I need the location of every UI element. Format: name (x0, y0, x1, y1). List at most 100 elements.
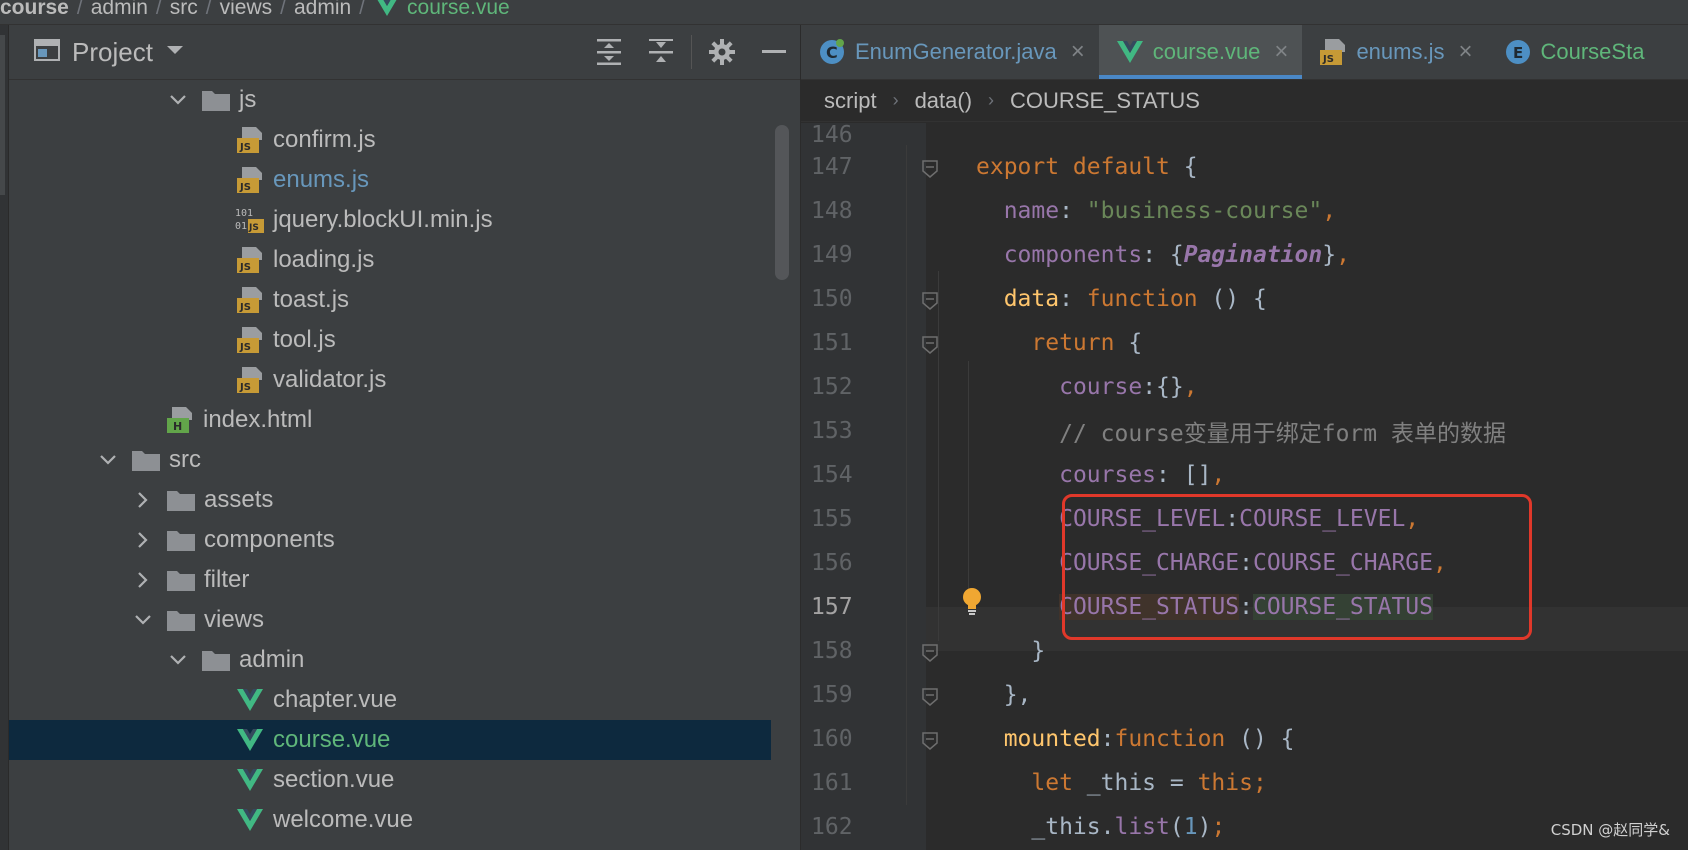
chevron-right-icon[interactable] (130, 567, 156, 593)
fold-marker-icon[interactable] (922, 686, 938, 706)
tree-item-filter[interactable]: filter (9, 560, 771, 600)
line-number: 157 (811, 594, 853, 620)
code-line[interactable]: 149 components: {Pagination}, (801, 233, 1688, 277)
tree-item-content: filter (130, 565, 249, 595)
collapse-all-icon[interactable] (635, 35, 687, 69)
hide-icon[interactable] (748, 35, 800, 69)
watermark: CSDN @赵同学& (1550, 821, 1670, 839)
gear-icon[interactable] (696, 35, 748, 69)
chevron-right-icon[interactable] (130, 487, 156, 513)
close-icon[interactable]: × (1071, 38, 1085, 66)
editor-tab[interactable]: course.vue × (1098, 25, 1303, 79)
chevron-down-icon[interactable] (95, 447, 121, 473)
svg-text:JS: JS (239, 142, 251, 153)
tree-item-content: JS enums.js (235, 165, 369, 195)
nav-crumb[interactable]: src (164, 0, 204, 20)
tree-scrollbar[interactable] (775, 125, 789, 280)
tree-item-jquery-blockUI-min-js[interactable]: 101 01 JS jquery.blockUI.min.js (9, 200, 771, 240)
folder-icon (166, 565, 196, 595)
code-line[interactable]: 161 let _this = this; (801, 761, 1688, 805)
editor-tab-bar: C EnumGenerator.java × course.vue × JS enums.j… (801, 25, 1688, 80)
chevron-down-icon[interactable] (165, 647, 191, 673)
tree-item-src[interactable]: src (9, 440, 771, 480)
tree-item-welcome-vue[interactable]: welcome.vue (9, 800, 771, 840)
close-icon[interactable]: × (1274, 38, 1288, 66)
code-breadcrumb-item[interactable]: script (820, 88, 881, 114)
code-line[interactable]: 159 }, (801, 673, 1688, 717)
tree-item-confirm-js[interactable]: JS confirm.js (9, 120, 771, 160)
tree-item-label: filter (204, 566, 250, 593)
tree-item-content: assets (130, 485, 273, 515)
project-tree[interactable]: js JS confirm.js JS enums.js 101 01 JS jquery.bl… (9, 80, 800, 850)
code-breadcrumb-item[interactable]: data() (911, 88, 976, 114)
nav-crumb[interactable]: admin (288, 0, 357, 20)
tree-item-toast-js[interactable]: JS toast.js (9, 280, 771, 320)
fold-marker-icon[interactable] (922, 290, 938, 310)
code-line[interactable]: 160 mounted:function () { (801, 717, 1688, 761)
line-number: 153 (811, 418, 853, 444)
fold-marker-icon[interactable] (922, 730, 938, 750)
js-file-icon: JS (235, 325, 265, 355)
tree-item-admin[interactable]: admin (9, 640, 771, 680)
nav-crumb[interactable]: course (0, 0, 75, 20)
enum-file-icon: E (1503, 37, 1533, 67)
expand-all-icon[interactable] (583, 35, 635, 69)
tree-item-chapter-vue[interactable]: chapter.vue (9, 680, 771, 720)
tree-item-components[interactable]: components (9, 520, 771, 560)
editor-tab[interactable]: JS enums.js × (1302, 25, 1486, 79)
code-line[interactable]: 147 export default { (801, 145, 1688, 189)
tree-item-validator-js[interactable]: JS validator.js (9, 360, 771, 400)
js-file-icon: JS (235, 285, 265, 315)
project-panel-header: Project (9, 25, 800, 80)
close-icon[interactable]: × (1458, 38, 1472, 66)
tree-item-js[interactable]: js (9, 80, 771, 120)
fold-marker-icon[interactable] (922, 334, 938, 354)
editor-tab[interactable]: E CourseSta (1487, 25, 1659, 79)
js-file-icon: JS (235, 245, 265, 275)
code-line[interactable]: 150 data: function () { (801, 277, 1688, 321)
nav-crumb-file[interactable]: course.vue (367, 0, 516, 23)
code-line[interactable]: 154 courses: [], (801, 453, 1688, 497)
chevron-down-icon[interactable] (165, 87, 191, 113)
tree-item-views[interactable]: views (9, 600, 771, 640)
minjs-file-icon: 101 01 JS (235, 205, 265, 235)
tree-item-content: components (130, 525, 335, 555)
tree-item-content: admin (165, 645, 304, 675)
tab-label: course.vue (1152, 39, 1261, 64)
tree-item-tool-js[interactable]: JS tool.js (9, 320, 771, 360)
svg-text:JS: JS (1322, 54, 1334, 65)
editor-tab[interactable]: C EnumGenerator.java × (801, 25, 1099, 79)
tree-item-assets[interactable]: assets (9, 480, 771, 520)
code-line[interactable]: 148 name: "business-course", (801, 189, 1688, 233)
nav-crumb[interactable]: views (214, 0, 279, 20)
chevron-down-icon[interactable] (130, 607, 156, 633)
nav-crumb[interactable]: admin (85, 0, 154, 20)
project-panel: Project js JS confirm.js JS enums.js 101 01 JS j… (9, 25, 801, 850)
tree-item-course-vue[interactable]: course.vue (9, 720, 771, 760)
chevron-down-icon[interactable] (165, 43, 185, 62)
chevron-right-icon[interactable] (130, 527, 156, 553)
code-line[interactable]: 153 // course变量用于绑定form 表单的数据 (801, 409, 1688, 453)
project-icon (34, 38, 60, 67)
js-file-icon: JS (235, 165, 265, 195)
intention-lightbulb-icon[interactable] (960, 586, 984, 621)
js-file-icon: JS (235, 365, 265, 395)
fold-marker-icon[interactable] (922, 642, 938, 662)
tree-item-index-html[interactable]: Hindex.html (9, 400, 771, 440)
java-file-icon: C (817, 37, 847, 67)
tree-item-content: src (95, 445, 201, 475)
tree-item-loading-js[interactable]: JS loading.js (9, 240, 771, 280)
code-text: let _this = this; (1031, 770, 1267, 796)
code-line[interactable]: 152 course:{}, (801, 365, 1688, 409)
code-line[interactable]: 151 return { (801, 321, 1688, 365)
tree-item-section-vue[interactable]: section.vue (9, 760, 771, 800)
vue-file-icon (1115, 37, 1145, 67)
fold-marker-icon[interactable] (922, 158, 938, 178)
tree-item-enums-js[interactable]: JS enums.js (9, 160, 771, 200)
tree-item-label: toast.js (273, 286, 350, 313)
code-breadcrumb-item[interactable]: COURSE_STATUS (1006, 88, 1204, 114)
svg-text:E: E (1513, 44, 1523, 62)
code-text: export default { (976, 154, 1198, 180)
project-view-selector[interactable]: Project (34, 37, 185, 68)
tree-item-content: JS toast.js (235, 285, 349, 315)
